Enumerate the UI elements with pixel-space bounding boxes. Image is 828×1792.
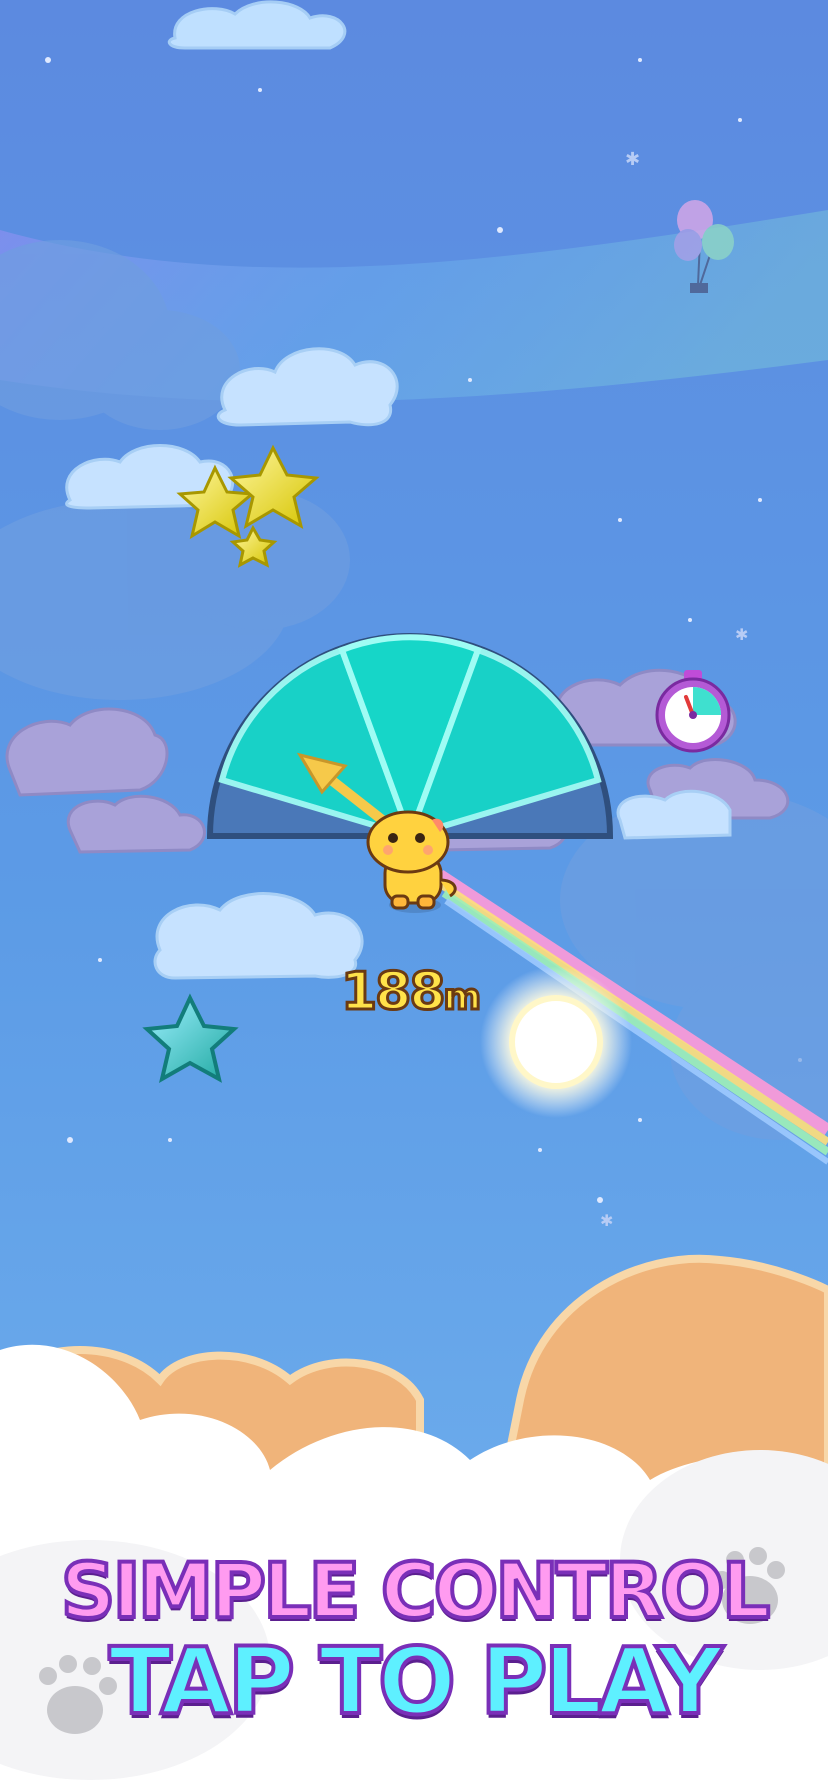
svg-text:✱: ✱: [600, 1211, 613, 1230]
game-scene[interactable]: ✱ ✱ ✱: [0, 0, 828, 1792]
svg-text:✱: ✱: [735, 625, 748, 644]
distance-readout: 188m: [339, 961, 482, 1024]
promo-line-1: SIMPLE CONTROL: [59, 1544, 773, 1637]
distance-unit: m: [442, 976, 482, 1020]
promo-line-2: TAP TO PLAY: [107, 1626, 725, 1737]
distance-value: 188: [339, 961, 447, 1024]
svg-text:✱: ✱: [625, 149, 640, 170]
